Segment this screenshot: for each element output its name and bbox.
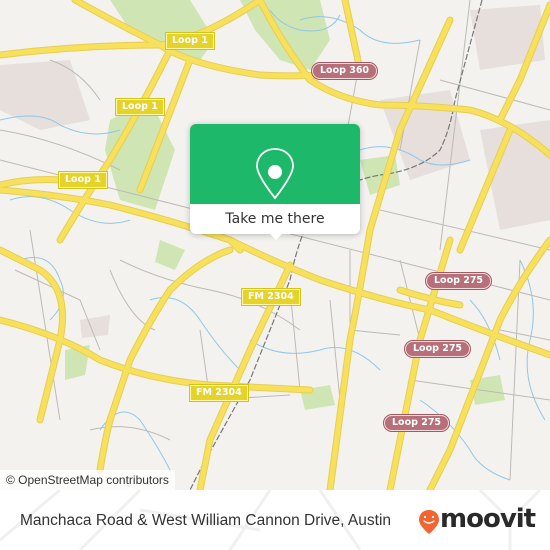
moovit-brand: moovit <box>440 504 536 534</box>
location-pin-icon <box>256 148 294 200</box>
road-shield-loop-360: Loop 360 <box>310 62 379 80</box>
road-shield-loop-275: Loop 275 <box>382 414 451 432</box>
road-shield-fm-2304: FM 2304 <box>189 384 249 402</box>
map-view[interactable]: Loop 1 Loop 1 Loop 1 Loop 360 FM 2304 FM… <box>0 0 550 490</box>
road-shield-fm-2304: FM 2304 <box>241 288 301 306</box>
footer: Manchaca Road & West William Cannon Driv… <box>0 490 550 550</box>
map-canvas <box>0 0 550 490</box>
road-shield-loop-275: Loop 275 <box>424 272 493 290</box>
popup-pointer <box>268 232 284 240</box>
road-shield-loop-275: Loop 275 <box>403 340 472 358</box>
popup-header <box>190 124 360 204</box>
moovit-logo-icon <box>419 510 439 534</box>
road-shield-loop-1: Loop 1 <box>58 171 108 189</box>
major-roads <box>0 0 550 490</box>
take-me-there-button[interactable]: Take me there <box>190 204 360 234</box>
road-shield-loop-1: Loop 1 <box>115 98 165 116</box>
place-title: Manchaca Road & West William Cannon Driv… <box>20 512 392 529</box>
road-shield-loop-1: Loop 1 <box>165 32 215 50</box>
osm-attribution[interactable]: © OpenStreetMap contributors <box>0 470 175 490</box>
location-popup: Take me there <box>190 124 360 240</box>
